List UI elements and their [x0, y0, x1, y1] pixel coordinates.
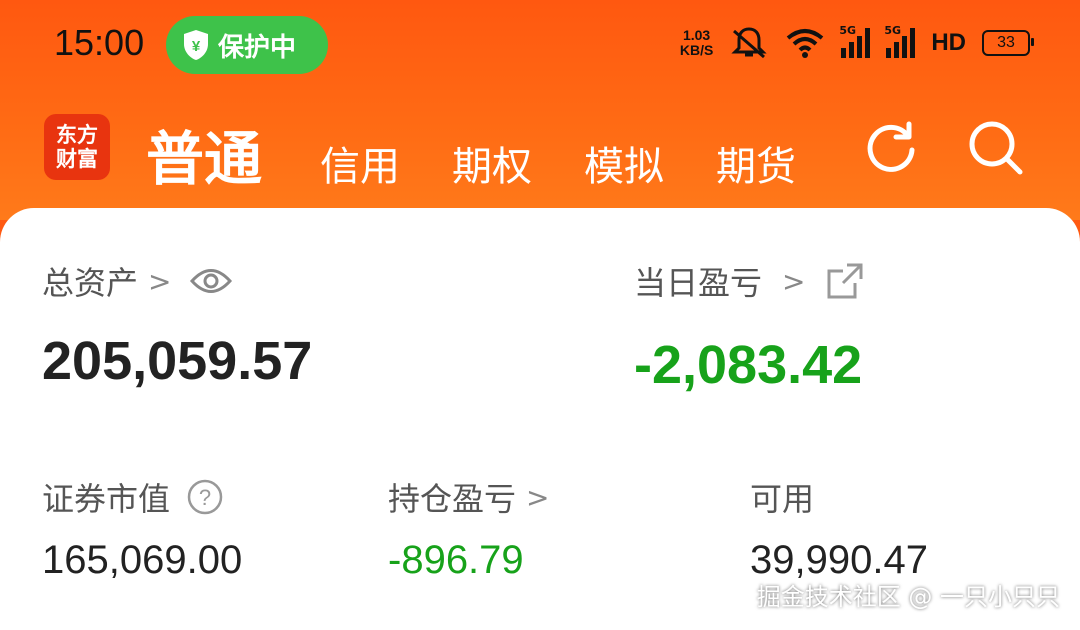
- market-value-label-row[interactable]: 证券市值 ?: [42, 474, 224, 520]
- account-summary-card: 总资产 > 205,059.57 当日盈亏 > -2,083.42 证券市值 ?…: [0, 208, 1080, 630]
- protection-status-label: 保护中: [218, 32, 297, 63]
- app-logo[interactable]: 东方 财富: [44, 114, 110, 180]
- mute-bell-icon: [731, 27, 767, 59]
- hd-voice-indicator: HD: [931, 29, 966, 56]
- help-question-icon[interactable]: ?: [186, 478, 224, 516]
- total-assets-label-row[interactable]: 总资产 >: [42, 258, 233, 304]
- status-time: 15:00: [54, 22, 145, 63]
- watermark: 掘金技术社区 @ 一只小只只: [756, 583, 1060, 611]
- tab-simulation[interactable]: 模拟: [584, 134, 664, 192]
- shield-yen-icon: ¥: [184, 30, 208, 60]
- protection-status-pill[interactable]: ¥ 保护中: [166, 16, 328, 74]
- chevron-right-icon: >: [526, 480, 550, 514]
- market-value-value: 165,069.00: [42, 538, 243, 582]
- tab-normal[interactable]: 普通: [146, 112, 262, 196]
- daily-pl-value: -2,083.42: [634, 335, 863, 395]
- total-assets-value: 205,059.57: [42, 331, 313, 391]
- signal-icon: 5G: [884, 24, 916, 58]
- tab-futures[interactable]: 期货: [716, 134, 796, 192]
- search-icon[interactable]: [966, 118, 1024, 176]
- battery-icon: 33: [982, 30, 1034, 56]
- chevron-right-icon: >: [148, 264, 172, 298]
- signal-icon: 5G: [839, 24, 871, 58]
- refresh-icon[interactable]: [862, 118, 920, 176]
- tab-options[interactable]: 期权: [452, 134, 532, 192]
- share-external-icon[interactable]: [825, 261, 865, 301]
- eye-icon[interactable]: [189, 266, 233, 296]
- network-speed: 1.03 KB/S: [679, 27, 714, 58]
- daily-pl-label-row[interactable]: 当日盈亏 >: [634, 258, 865, 304]
- position-pl-value: -896.79: [388, 538, 524, 582]
- position-pl-label-row[interactable]: 持仓盈亏 >: [388, 474, 549, 520]
- chevron-right-icon: >: [782, 264, 806, 298]
- top-header: 15:00 ¥ 保护中 1.03 KB/S 5G 5G HD 33 东方 财富 …: [0, 0, 1080, 220]
- status-icons: 1.03 KB/S 5G 5G HD 33: [679, 24, 1034, 60]
- svg-text:¥: ¥: [192, 38, 201, 55]
- wifi-icon: [787, 29, 824, 58]
- tab-credit[interactable]: 信用: [320, 134, 400, 192]
- available-label: 可用: [750, 480, 815, 518]
- svg-text:?: ?: [199, 485, 211, 510]
